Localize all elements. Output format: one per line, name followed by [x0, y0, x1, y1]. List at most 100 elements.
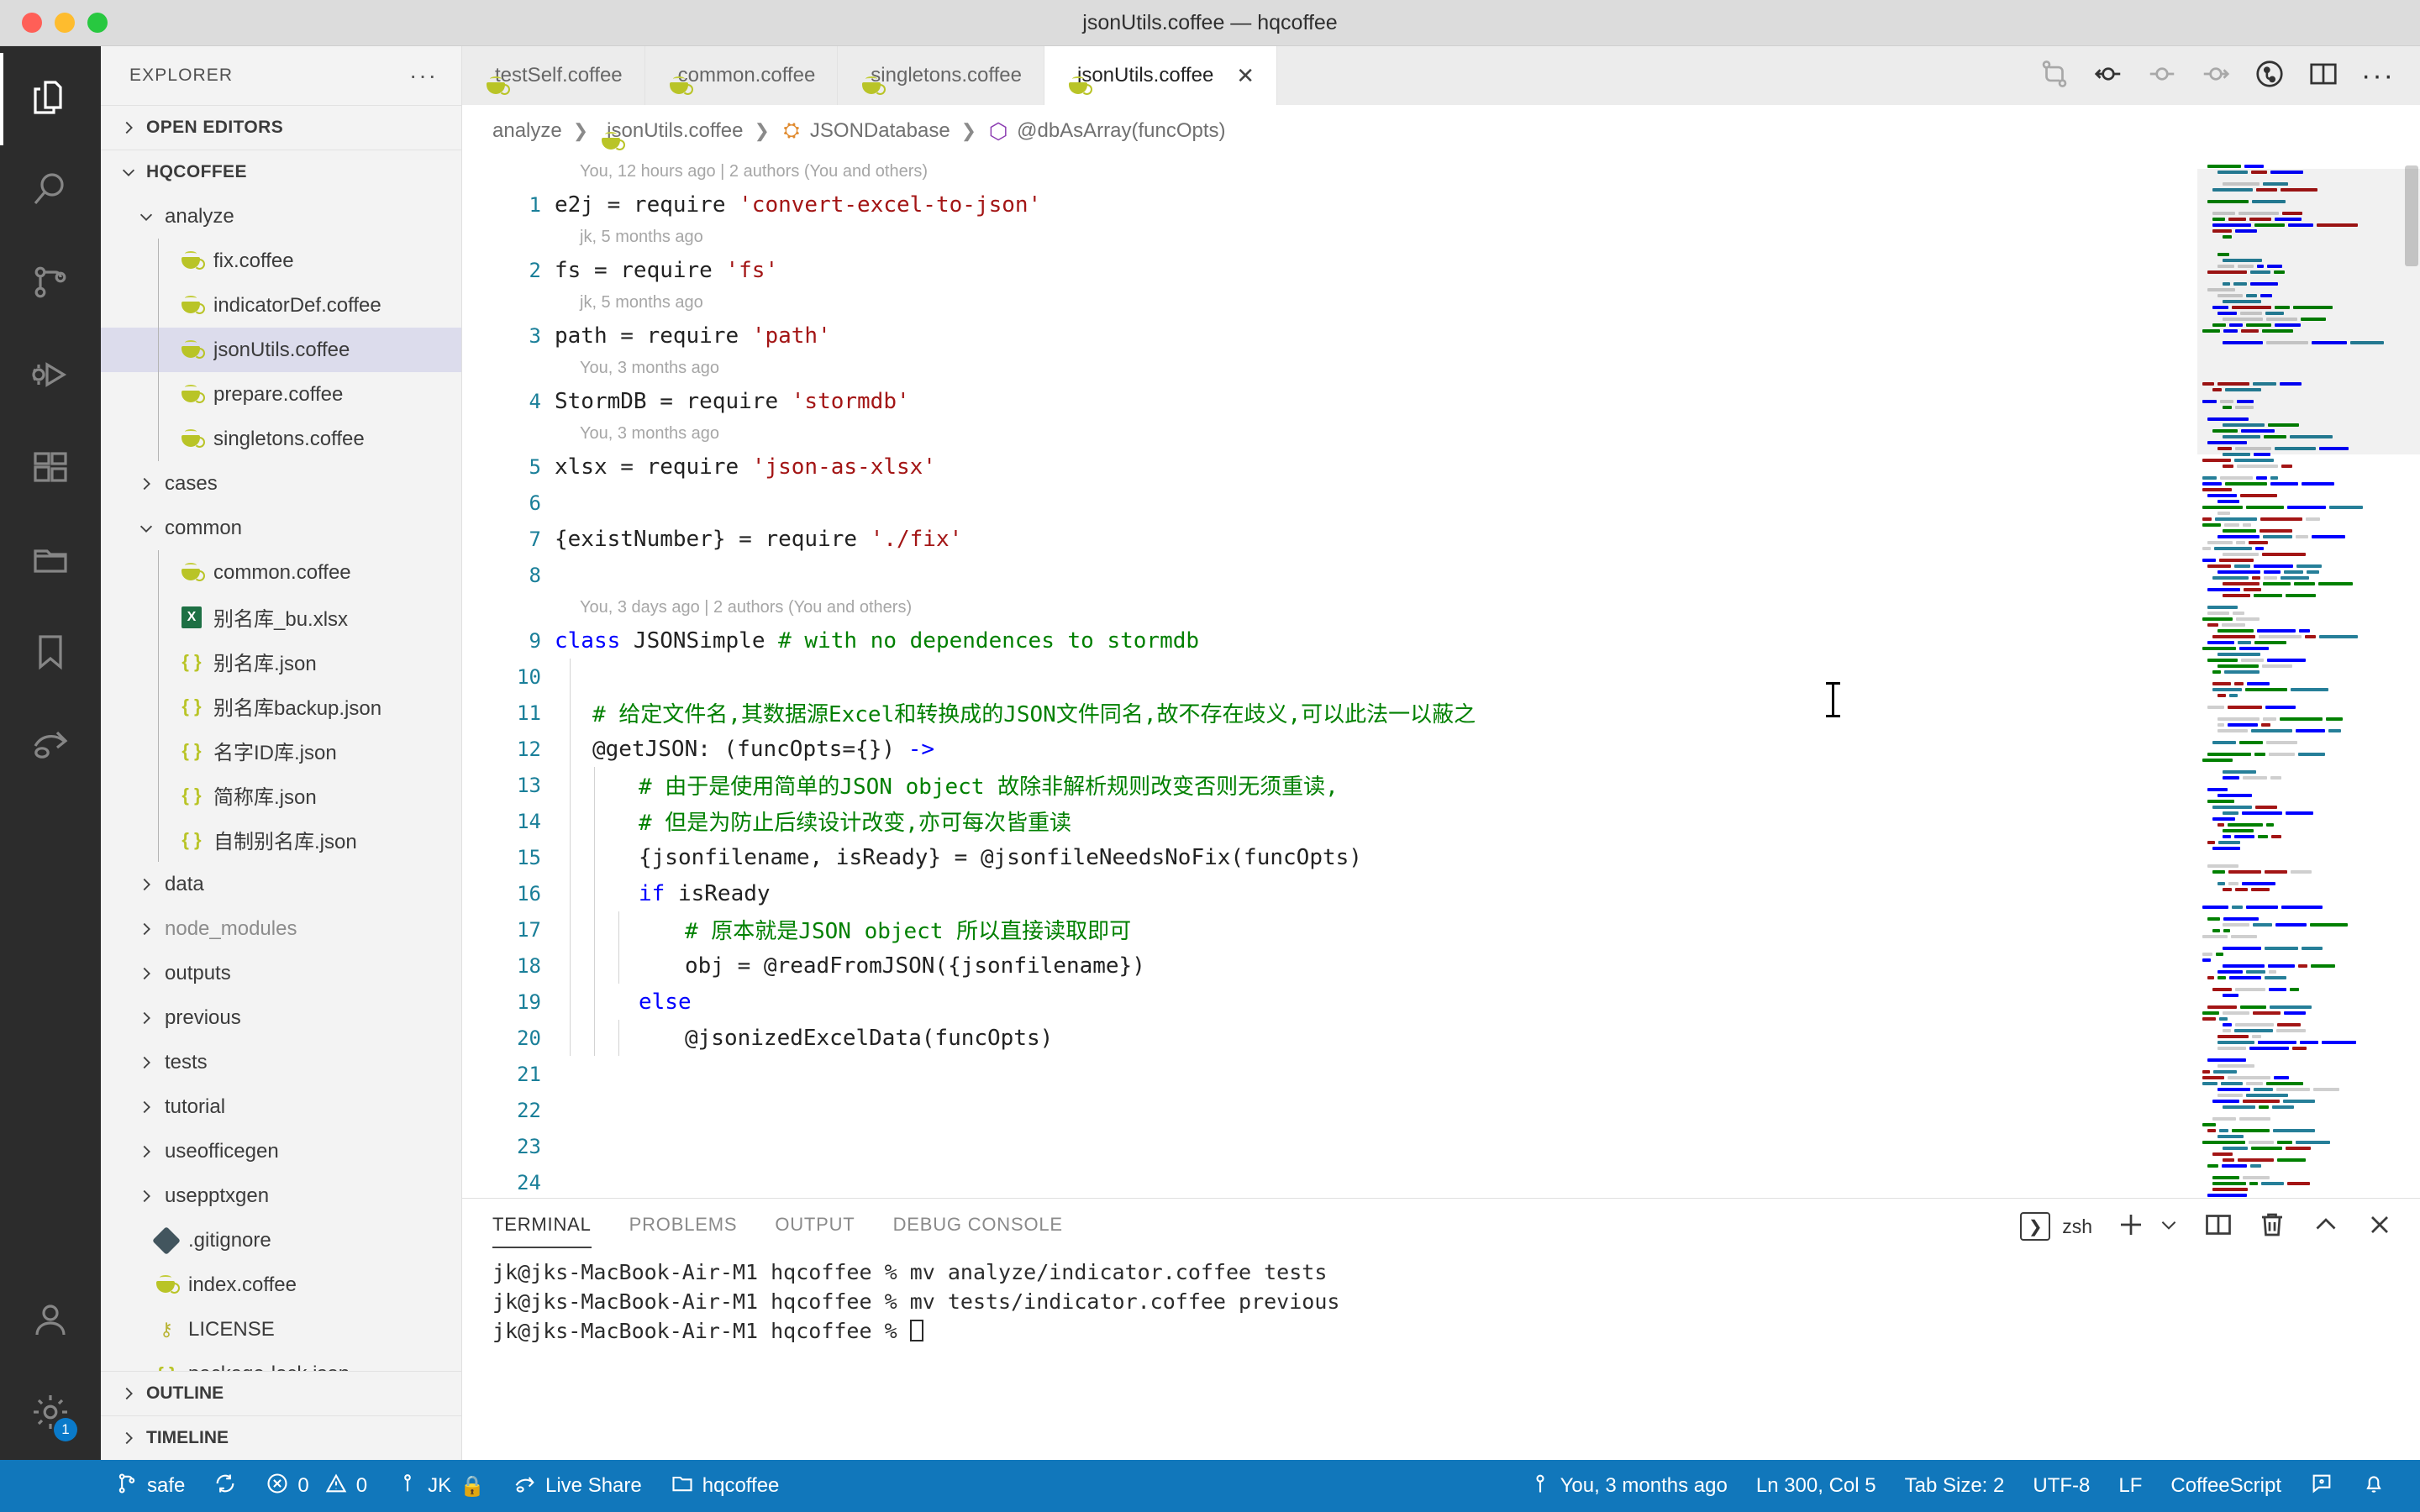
- tree-folder[interactable]: usepptxgen: [101, 1173, 461, 1218]
- panel-tab[interactable]: DEBUG CONSOLE: [893, 1214, 1063, 1240]
- code-line[interactable]: 20 @jsonizedExcelData(funcOpts): [462, 1020, 2197, 1056]
- activity-item-settings[interactable]: 1: [0, 1368, 101, 1460]
- terminal-selector[interactable]: ❯ zsh: [2020, 1212, 2092, 1241]
- tree-file[interactable]: { } package-lock.json: [101, 1352, 461, 1372]
- panel-tabs[interactable]: TERMINAL PROBLEMS OUTPUT DEBUG CONSOLE: [492, 1214, 1101, 1248]
- panel-tab[interactable]: TERMINAL: [492, 1214, 592, 1248]
- tree-folder[interactable]: outputs: [101, 951, 461, 995]
- code-line[interactable]: 8: [462, 557, 2197, 593]
- editor-tab[interactable]: testSelf.coffee: [462, 46, 645, 105]
- status-tab-size[interactable]: Tab Size: 2: [1891, 1474, 2019, 1498]
- tree-file[interactable]: singletons.coffee: [101, 417, 461, 461]
- editor-scrollbar[interactable]: [2402, 157, 2420, 1198]
- activity-item-run-and-debug[interactable]: [0, 330, 101, 423]
- compare-changes-icon[interactable]: [2039, 58, 2070, 94]
- code-line[interactable]: 7 {existNumber} = require './fix': [462, 521, 2197, 557]
- tree-file[interactable]: 别名库_bu.xlsx: [101, 595, 461, 639]
- kill-terminal-icon[interactable]: [2257, 1210, 2287, 1244]
- code-line[interactable]: 21: [462, 1056, 2197, 1092]
- status-language-mode[interactable]: CoffeeScript: [2156, 1474, 2296, 1498]
- editor-tab[interactable]: singletons.coffee: [838, 46, 1044, 105]
- activity-item-accounts[interactable]: [0, 1275, 101, 1368]
- tree-file[interactable]: index.coffee: [101, 1263, 461, 1307]
- code-editor[interactable]: You, 12 hours ago | 2 authors (You and o…: [462, 157, 2420, 1198]
- tree-file[interactable]: jsonUtils.coffee: [101, 328, 461, 372]
- code-line[interactable]: 23: [462, 1128, 2197, 1164]
- code-line[interactable]: 18 obj = @readFromJSON({jsonfilename}): [462, 948, 2197, 984]
- minimap[interactable]: [2197, 157, 2420, 1198]
- zoom-window-button[interactable]: [87, 13, 108, 33]
- split-terminal-icon[interactable]: [2203, 1210, 2233, 1244]
- code-line[interactable]: 11 # 给定文件名,其数据源Excel和转换成的JSON文件同名,故不存在歧义,…: [462, 695, 2197, 731]
- tree-folder[interactable]: data: [101, 862, 461, 906]
- tree-file[interactable]: ⚷ LICENSE: [101, 1307, 461, 1352]
- terminal-dropdown-icon[interactable]: [2158, 1214, 2180, 1240]
- close-icon[interactable]: ✕: [1236, 63, 1255, 89]
- sidebar-more-actions-icon[interactable]: ···: [409, 64, 438, 87]
- sidebar-section-outline[interactable]: OUTLINE: [101, 1371, 461, 1415]
- code-line[interactable]: 9 class JSONSimple # with no dependences …: [462, 622, 2197, 659]
- activity-item-bookmarks[interactable]: [0, 607, 101, 700]
- code-line[interactable]: 13 # 由于是使用简单的JSON object 故除非解析规则改变否则无须重读,: [462, 767, 2197, 803]
- maximize-panel-icon[interactable]: [2311, 1210, 2341, 1244]
- code-line[interactable]: 2 fs = require 'fs': [462, 252, 2197, 288]
- terminal-output[interactable]: jk@jks-MacBook-Air-M1 hqcoffee % mv anal…: [462, 1254, 2420, 1460]
- breadcrumb-item[interactable]: analyze: [492, 119, 562, 143]
- scrollbar-thumb[interactable]: [2405, 165, 2418, 266]
- split-editor-icon[interactable]: [2307, 58, 2339, 94]
- breadcrumb[interactable]: analyze ❯ jsonUtils.coffee ❯ ⛭ JSONDatabase ❯ ⬡…: [462, 105, 2420, 157]
- current-change-icon[interactable]: [2146, 58, 2178, 94]
- close-panel-icon[interactable]: [2365, 1210, 2395, 1244]
- code-line[interactable]: 3 path = require 'path': [462, 318, 2197, 354]
- status-sync[interactable]: [199, 1472, 251, 1501]
- status-git-blame[interactable]: You, 3 months ago: [1514, 1472, 1742, 1501]
- activity-item-source-control[interactable]: [0, 238, 101, 330]
- more-actions-icon[interactable]: ···: [2361, 61, 2395, 90]
- tree-file[interactable]: { } 自制别名库.json: [101, 817, 461, 862]
- tree-file[interactable]: indicatorDef.coffee: [101, 283, 461, 328]
- code-line[interactable]: 14 # 但是为防止后续设计改变,亦可每次皆重读: [462, 803, 2197, 839]
- breadcrumb-item[interactable]: ⛭ JSONDatabase: [781, 119, 950, 143]
- code-line[interactable]: 10: [462, 659, 2197, 695]
- tree-folder[interactable]: previous: [101, 995, 461, 1040]
- editor-tab[interactable]: common.coffee: [644, 46, 839, 105]
- code-line[interactable]: 22: [462, 1092, 2197, 1128]
- breadcrumb-item[interactable]: ⬡ @dbAsArray(funcOpts): [987, 118, 1226, 144]
- sidebar-section-timeline[interactable]: TIMELINE: [101, 1415, 461, 1460]
- tree-file[interactable]: fix.coffee: [101, 239, 461, 283]
- status-workspace[interactable]: hqcoffee: [656, 1472, 794, 1501]
- next-change-icon[interactable]: [2200, 58, 2232, 94]
- new-terminal-icon[interactable]: [2116, 1210, 2146, 1244]
- minimize-window-button[interactable]: [55, 13, 75, 33]
- tree-file[interactable]: { } 别名库backup.json: [101, 684, 461, 728]
- tree-file[interactable]: { } 名字ID库.json: [101, 728, 461, 773]
- tree-file[interactable]: common.coffee: [101, 550, 461, 595]
- status-problems[interactable]: 0 0: [251, 1472, 381, 1501]
- tree-file[interactable]: { } 别名库.json: [101, 639, 461, 684]
- code-line[interactable]: 5 xlsx = require 'json-as-xlsx': [462, 449, 2197, 485]
- tree-folder[interactable]: common: [101, 506, 461, 550]
- status-encoding[interactable]: UTF-8: [2018, 1474, 2104, 1498]
- status-remote-safe[interactable]: safe: [101, 1472, 199, 1501]
- editor-tab[interactable]: jsonUtils.coffee ✕: [1044, 46, 1278, 105]
- tree-folder[interactable]: tests: [101, 1040, 461, 1084]
- status-notifications[interactable]: [2348, 1472, 2400, 1501]
- activity-item-extensions[interactable]: [0, 423, 101, 515]
- minimap-slider[interactable]: [2197, 169, 2420, 454]
- tree-file[interactable]: prepare.coffee: [101, 372, 461, 417]
- sidebar-section-open-editors[interactable]: OPEN EDITORS: [101, 105, 461, 150]
- panel-tab[interactable]: PROBLEMS: [629, 1214, 738, 1240]
- status-eol[interactable]: LF: [2104, 1474, 2156, 1498]
- tree-folder[interactable]: tutorial: [101, 1084, 461, 1129]
- gitlens-blame-icon[interactable]: [2254, 58, 2286, 94]
- activity-item-live-share[interactable]: [0, 700, 101, 792]
- tree-folder[interactable]: node_modules: [101, 906, 461, 951]
- code-line[interactable]: 17 # 原本就是JSON object 所以直接读取即可: [462, 911, 2197, 948]
- tree-folder[interactable]: analyze: [101, 194, 461, 239]
- activity-item-explorer[interactable]: [0, 53, 101, 145]
- code-line[interactable]: 6: [462, 485, 2197, 521]
- status-gitlens-user[interactable]: JK 🔒: [381, 1472, 499, 1501]
- status-cursor-position[interactable]: Ln 300, Col 5: [1742, 1474, 1891, 1498]
- close-window-button[interactable]: [22, 13, 42, 33]
- code-line[interactable]: 15 {jsonfilename, isReady} = @jsonfileNee…: [462, 839, 2197, 875]
